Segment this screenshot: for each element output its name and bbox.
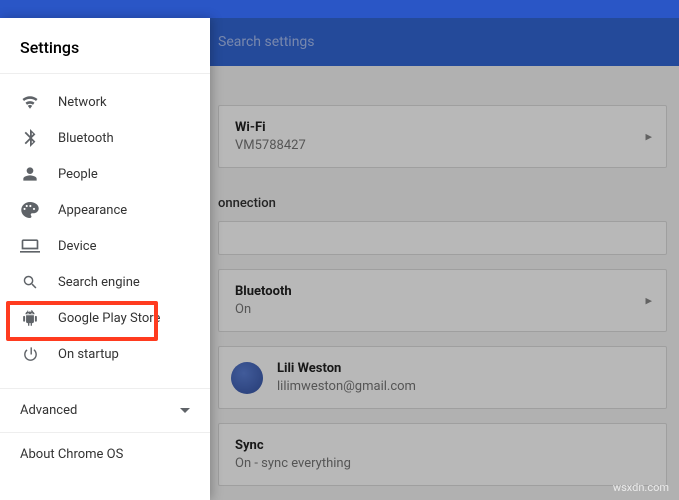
sidebar-item-device[interactable]: Device	[0, 228, 210, 264]
wifi-icon	[20, 93, 40, 111]
person-icon	[20, 165, 40, 183]
sidebar-item-label: People	[58, 167, 98, 182]
sidebar-advanced[interactable]: Advanced	[0, 388, 210, 432]
sidebar-item-people[interactable]: People	[0, 156, 210, 192]
sidebar-item-on-startup[interactable]: On startup	[0, 336, 210, 372]
sidebar-item-label: Search engine	[58, 275, 140, 290]
wifi-title: Wi-Fi	[235, 120, 650, 135]
advanced-label: Advanced	[20, 403, 77, 418]
bluetooth-card[interactable]: Bluetooth On ▸	[218, 269, 667, 332]
laptop-icon	[20, 237, 40, 255]
sidebar-item-label: Device	[58, 239, 97, 254]
about-label: About Chrome OS	[20, 447, 123, 462]
android-icon	[20, 309, 40, 327]
sidebar-item-label: Bluetooth	[58, 131, 114, 146]
sidebar-item-label: Appearance	[58, 203, 127, 218]
sync-title: Sync	[235, 438, 650, 453]
bluetooth-title: Bluetooth	[235, 284, 650, 299]
bluetooth-icon	[20, 129, 40, 147]
search-settings-placeholder[interactable]: Search settings	[218, 34, 315, 50]
watermark: wsxdn.com	[613, 481, 669, 494]
sidebar-item-network[interactable]: Network	[0, 84, 210, 120]
avatar	[231, 362, 263, 394]
chevron-down-icon	[180, 408, 190, 413]
sidebar-item-label: On startup	[58, 347, 119, 362]
section-header-connection: onnection	[218, 182, 667, 221]
sidebar-list: Network Bluetooth People Appearance Devi	[0, 74, 210, 382]
user-email: lilimweston@gmail.com	[277, 379, 416, 394]
wifi-ssid: VM5788427	[235, 138, 650, 153]
section-card-empty[interactable]	[218, 221, 667, 255]
sidebar-item-label: Google Play Store	[58, 311, 160, 326]
chevron-right-icon: ▸	[645, 293, 652, 308]
bluetooth-status: On	[235, 302, 650, 317]
sidebar-item-google-play-store[interactable]: Google Play Store	[0, 300, 210, 336]
sidebar-title: Settings	[0, 34, 210, 74]
wifi-card[interactable]: Wi-Fi VM5788427 ▸	[218, 105, 667, 168]
window-accent-bar	[0, 0, 679, 18]
sync-status: On - sync everything	[235, 456, 650, 471]
power-icon	[20, 345, 40, 363]
sidebar-item-bluetooth[interactable]: Bluetooth	[0, 120, 210, 156]
palette-icon	[20, 201, 40, 219]
sidebar-item-search-engine[interactable]: Search engine	[0, 264, 210, 300]
sidebar-about[interactable]: About Chrome OS	[0, 432, 210, 476]
search-icon	[20, 273, 40, 291]
user-name: Lili Weston	[277, 361, 416, 376]
sidebar: Settings Network Bluetooth People Appear…	[0, 18, 210, 500]
chevron-right-icon: ▸	[645, 129, 652, 144]
sidebar-item-appearance[interactable]: Appearance	[0, 192, 210, 228]
sync-card[interactable]: Sync On - sync everything	[218, 423, 667, 486]
sidebar-item-label: Network	[58, 95, 107, 110]
people-card[interactable]: Lili Weston lilimweston@gmail.com	[218, 346, 667, 409]
